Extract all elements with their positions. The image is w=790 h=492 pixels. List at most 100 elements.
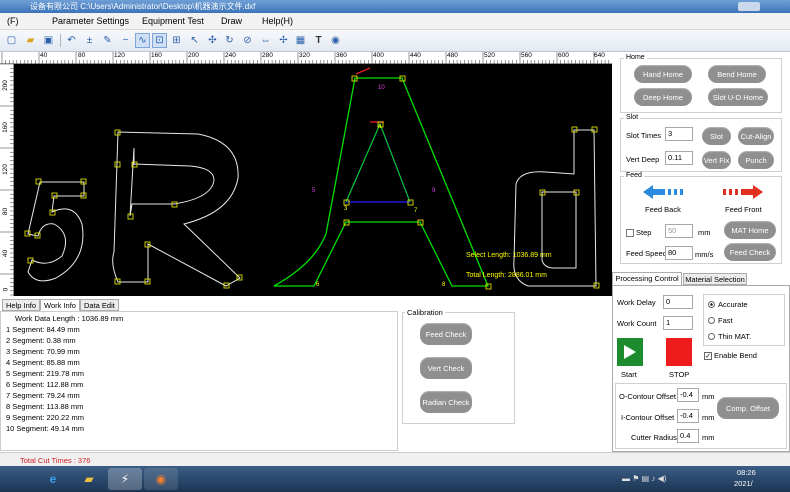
arrange-icon[interactable]: ✢ <box>276 33 291 48</box>
text-icon[interactable]: T <box>311 33 326 48</box>
rotate-icon[interactable]: ↻ <box>222 33 237 48</box>
hand-home-button[interactable]: Hand Home <box>634 65 692 83</box>
list-item: 5 Segment: 219.78 mm <box>6 369 84 378</box>
i-contour-offset-label: I-Contour Offset <box>621 413 675 422</box>
ruler-label: 160 <box>1 122 9 133</box>
tab-material-selection[interactable]: Material Selection <box>683 273 747 285</box>
align-icon[interactable]: ⇔ <box>258 33 273 48</box>
mirror-icon[interactable]: ⊘ <box>240 33 255 48</box>
new-file-icon[interactable]: ▢ <box>4 33 19 48</box>
home-group: Home Hand Home Bend Home Deep Home Slot … <box>620 54 782 113</box>
app-task-icon[interactable]: ⚡ <box>108 468 142 490</box>
comp-offset-button[interactable]: Comp. Offset <box>717 397 779 419</box>
list-item: 1 Segment: 84.49 mm <box>6 325 80 334</box>
ruler-label: 0 <box>2 287 10 292</box>
total-length-readout: Total Length: 2886.01 mm <box>466 272 547 279</box>
media-player-icon[interactable]: ◉ <box>144 468 178 490</box>
vert-fix-button[interactable]: Vert Fix <box>702 151 731 169</box>
ruler-label: 600 <box>558 52 569 59</box>
ruler-label: 640 <box>594 52 605 59</box>
deep-home-button[interactable]: Deep Home <box>634 88 692 106</box>
feed-back-arrow-icon[interactable] <box>643 185 683 199</box>
delete-node-icon[interactable]: − <box>118 33 133 48</box>
work-count-input[interactable]: 1 <box>663 316 693 330</box>
radio-thin-mat[interactable] <box>708 333 715 340</box>
play-icon <box>624 345 636 359</box>
select-node-icon[interactable]: ⊡ <box>152 33 167 48</box>
shape-letter-a-inner[interactable] <box>345 122 411 203</box>
open-folder-icon[interactable]: ▰ <box>23 33 38 48</box>
feed-speed-label: Feed Speed <box>626 249 667 258</box>
drawing-canvas[interactable]: 10 4 5 9 3 7 6 8 Select Length: 1036.89 … <box>14 64 612 296</box>
menu-file[interactable]: (F) <box>7 16 19 26</box>
taskbar: e ▰ ⚡ ◉ ▬ ⚑ ▤ ♪ ◀) 08:26 2021/ <box>0 466 790 492</box>
pointer-icon[interactable]: ↖ <box>187 33 202 48</box>
shape-letter-r[interactable] <box>112 131 241 287</box>
ruler-label: 80 <box>78 52 86 59</box>
add-node-icon[interactable]: ± <box>82 33 97 48</box>
stop-label: STOP <box>669 370 690 379</box>
node-mode-icon[interactable]: ∿ <box>135 33 150 48</box>
work-delay-input[interactable]: 0 <box>663 295 693 309</box>
bend-home-button[interactable]: Bend Home <box>708 65 766 83</box>
app-window: 设备有限公司 C:\Users\Administrator\Desktop\机器… <box>0 0 790 492</box>
clock-date: 2021/ <box>734 479 753 488</box>
node-label: 3 <box>344 206 348 212</box>
slot-ud-home-button[interactable]: Slot U-D Home <box>708 88 768 106</box>
clock-time: 08:26 <box>737 468 756 477</box>
slot-times-input[interactable]: 3 <box>665 127 693 141</box>
file-explorer-icon[interactable]: ▰ <box>72 468 106 490</box>
feed-check-button[interactable]: Feed Check <box>724 243 776 261</box>
tab-work-info[interactable]: Work Info <box>40 299 80 311</box>
step-checkbox[interactable] <box>626 229 634 237</box>
start-button[interactable] <box>617 338 643 366</box>
menu-help[interactable]: Help(H) <box>262 16 293 26</box>
zoom-box-icon[interactable]: ⊞ <box>169 33 184 48</box>
tab-data-edit[interactable]: Data Edit <box>80 299 119 311</box>
slot-button[interactable]: Slot <box>702 127 731 145</box>
total-cut-times: Total Cut Times : 376 <box>20 456 91 465</box>
canvas-svg[interactable]: 10 4 5 9 3 7 6 8 Select Length: 1036.89 … <box>14 64 612 296</box>
info-icon[interactable]: ◉ <box>328 33 343 48</box>
feed-speed-input[interactable]: 80 <box>665 246 693 260</box>
calibration-feed-check-button[interactable]: Feed Check <box>420 323 472 345</box>
stop-button[interactable] <box>666 338 692 366</box>
start-label: Start <box>621 370 637 379</box>
vert-check-button[interactable]: Vert Check <box>420 357 472 379</box>
slot-group: Slot Slot Times 3 Slot Cut-Align Vert De… <box>620 114 782 172</box>
list-item: 10 Segment: 49.14 mm <box>6 424 84 433</box>
vert-deep-input[interactable]: 0.11 <box>665 151 693 165</box>
feed-front-arrow-icon[interactable] <box>723 185 763 199</box>
list-item: 8 Segment: 113.88 mm <box>6 402 84 411</box>
radio-fast[interactable] <box>708 317 715 324</box>
move-icon[interactable]: ✣ <box>205 33 220 48</box>
radian-check-button[interactable]: Radian Check <box>420 391 472 413</box>
menu-equipment-test[interactable]: Equipment Test <box>142 16 204 26</box>
undo-icon[interactable]: ↶ <box>64 33 79 48</box>
ie-browser-icon[interactable]: e <box>36 468 70 490</box>
shape-digit-5[interactable] <box>27 181 85 282</box>
window-close-button[interactable] <box>738 2 760 11</box>
mat-home-button[interactable]: MAT Home <box>724 221 776 239</box>
i-contour-offset-unit: mm <box>702 413 715 422</box>
save-icon[interactable]: ▣ <box>41 33 56 48</box>
radio-accurate[interactable] <box>708 301 715 308</box>
tab-help-info[interactable]: Help Info <box>2 299 41 311</box>
cut-align-button[interactable]: Cut-Align <box>738 127 774 145</box>
o-contour-offset-input[interactable]: -0.4 <box>677 388 699 402</box>
tab-processing-control[interactable]: Processing Control <box>612 272 682 285</box>
ruler-label: 200 <box>188 52 199 59</box>
step-input[interactable]: 50 <box>665 224 693 238</box>
shape-letter-d[interactable] <box>513 129 597 287</box>
i-contour-offset-input[interactable]: -0.4 <box>677 409 699 423</box>
punch-button[interactable]: Punch <box>738 151 774 169</box>
menu-parameter-settings[interactable]: Parameter Settings <box>52 16 129 26</box>
cutter-radius-input[interactable]: 0.4 <box>677 429 699 443</box>
grid-icon[interactable]: ▦ <box>293 33 308 48</box>
enable-bend-label: Enable Bend <box>714 351 757 360</box>
enable-bend-checkbox[interactable]: ✓ <box>704 352 712 360</box>
list-item: 4 Segment: 85.88 mm <box>6 358 80 367</box>
shape-letter-a[interactable] <box>273 77 489 287</box>
menu-draw[interactable]: Draw <box>221 16 242 26</box>
pen-icon[interactable]: ✎ <box>100 33 115 48</box>
